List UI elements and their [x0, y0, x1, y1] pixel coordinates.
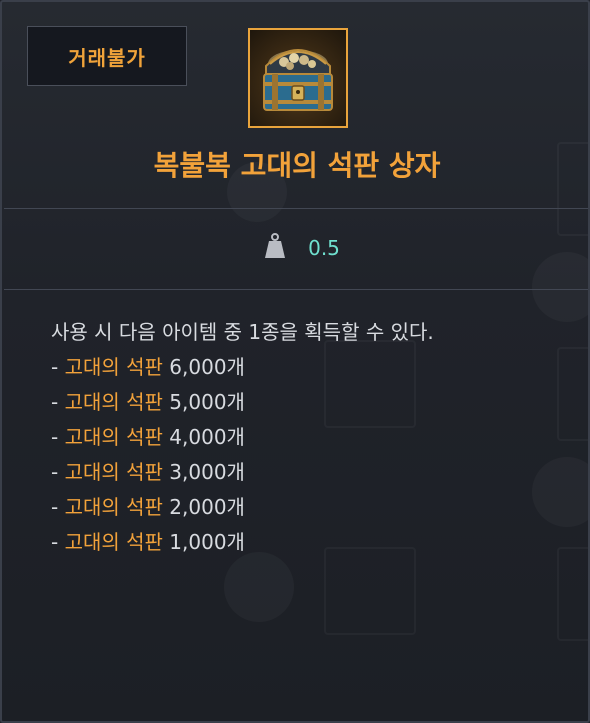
reward-prefix: - — [51, 425, 65, 449]
section-divider — [4, 289, 588, 290]
reward-item: - 고대의 석판 6,000개 — [51, 350, 571, 385]
reward-item-name: 고대의 석판 — [64, 390, 163, 414]
reward-item: - 고대의 석판 1,000개 — [51, 525, 571, 560]
reward-prefix: - — [51, 495, 65, 519]
reward-amount: 5,000개 — [169, 390, 245, 414]
reward-prefix: - — [51, 390, 65, 414]
reward-item-name: 고대의 석판 — [64, 530, 163, 554]
weight-row: 0.5 — [2, 228, 588, 268]
reward-item-name: 고대의 석판 — [64, 425, 163, 449]
background-decoration — [557, 547, 588, 641]
item-name: 복불복 고대의 석판 상자 — [153, 149, 441, 182]
background-decoration — [224, 552, 294, 622]
background-decoration — [324, 547, 416, 635]
description-intro: 사용 시 다음 아이템 중 1종을 획득할 수 있다. — [51, 320, 434, 344]
reward-amount: 4,000개 — [169, 425, 245, 449]
trade-restriction-badge: 거래불가 — [27, 26, 187, 86]
reward-item-name: 고대의 석판 — [64, 460, 163, 484]
reward-item: - 고대의 석판 4,000개 — [51, 420, 571, 455]
item-description: 사용 시 다음 아이템 중 1종을 획득할 수 있다. - 고대의 석판 6,0… — [51, 315, 571, 560]
reward-amount: 2,000개 — [169, 495, 245, 519]
item-tooltip: 거래불가 복불복 고대의 석판 상자 0.5 사용 시 다음 아이템 중 1종을… — [0, 0, 590, 723]
weight-icon — [264, 233, 286, 263]
reward-prefix: - — [51, 355, 65, 379]
reward-item: - 고대의 석판 3,000개 — [51, 455, 571, 490]
weight-value: 0.5 — [308, 236, 340, 260]
reward-item-name: 고대의 석판 — [64, 495, 163, 519]
reward-amount: 1,000개 — [169, 530, 245, 554]
section-divider — [4, 208, 588, 209]
reward-item: - 고대의 석판 2,000개 — [51, 490, 571, 525]
reward-prefix: - — [51, 460, 65, 484]
reward-item-name: 고대의 석판 — [64, 355, 163, 379]
reward-item: - 고대의 석판 5,000개 — [51, 385, 571, 420]
reward-prefix: - — [51, 530, 65, 554]
reward-list: - 고대의 석판 6,000개 - 고대의 석판 5,000개 - 고대의 석판 4… — [51, 350, 571, 560]
treasure-chest-icon — [248, 28, 348, 128]
reward-amount: 3,000개 — [169, 460, 245, 484]
reward-amount: 6,000개 — [169, 355, 245, 379]
